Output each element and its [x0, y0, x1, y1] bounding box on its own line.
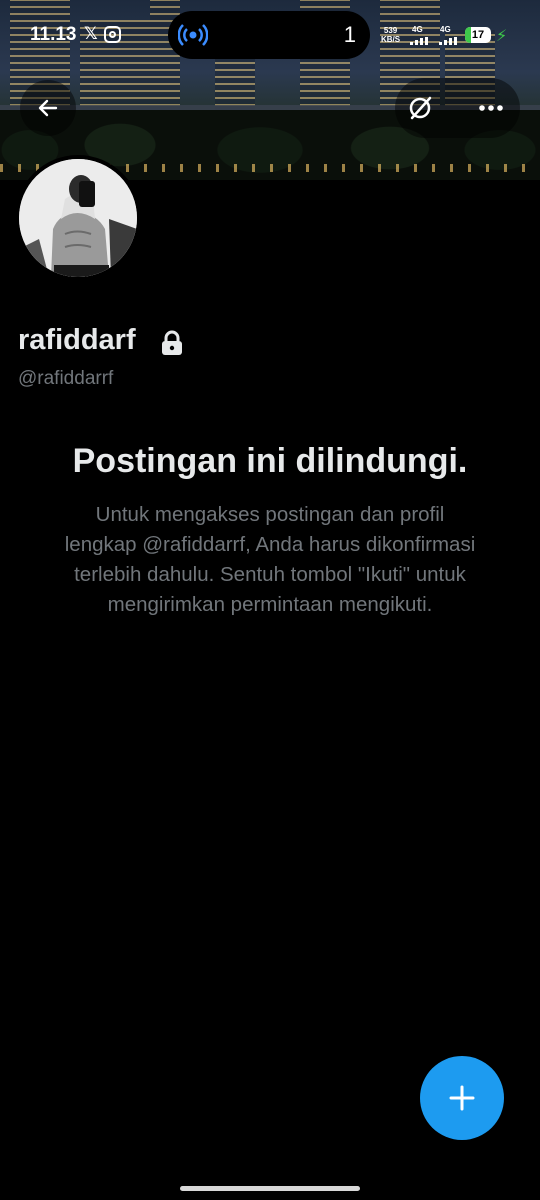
pill-count: 1	[343, 22, 356, 47]
avatar-image	[19, 159, 137, 277]
network-type-1: 4G	[412, 25, 423, 34]
instagram-icon	[104, 26, 121, 43]
net-speed: 539 KB/S	[381, 26, 401, 44]
x-logo-icon: 𝕏	[84, 24, 98, 43]
username-handle: @rafiddarrf	[18, 368, 114, 389]
plus-icon	[449, 1085, 475, 1111]
home-indicator[interactable]	[180, 1186, 360, 1191]
lock-icon	[162, 330, 182, 355]
more-horizontal-icon	[479, 105, 503, 111]
status-time: 11.13	[30, 24, 77, 45]
display-name: rafiddarf	[18, 324, 136, 356]
avatar[interactable]	[15, 155, 141, 281]
signal-icon-2	[439, 37, 457, 45]
signal-icon	[410, 37, 428, 45]
broadcast-icon	[178, 24, 208, 46]
grok-button[interactable]	[392, 80, 448, 136]
protected-title: Postingan ini dilindungi.	[72, 442, 468, 480]
network-type-2: 4G	[440, 25, 451, 34]
compose-button[interactable]	[420, 1056, 504, 1140]
protected-description: Untuk mengakses postingan dan profil len…	[64, 503, 476, 616]
status-bar: 11.13 𝕏 1 539 KB/S 4G 4G 17 ⚡	[0, 0, 540, 70]
battery-icon: 17	[465, 27, 491, 43]
dynamic-island[interactable]: 1	[168, 11, 370, 59]
grok-icon	[409, 96, 432, 120]
back-button[interactable]	[20, 80, 76, 136]
arrow-left-icon	[38, 99, 58, 117]
more-button[interactable]	[463, 80, 519, 136]
charging-icon: ⚡	[496, 28, 508, 45]
